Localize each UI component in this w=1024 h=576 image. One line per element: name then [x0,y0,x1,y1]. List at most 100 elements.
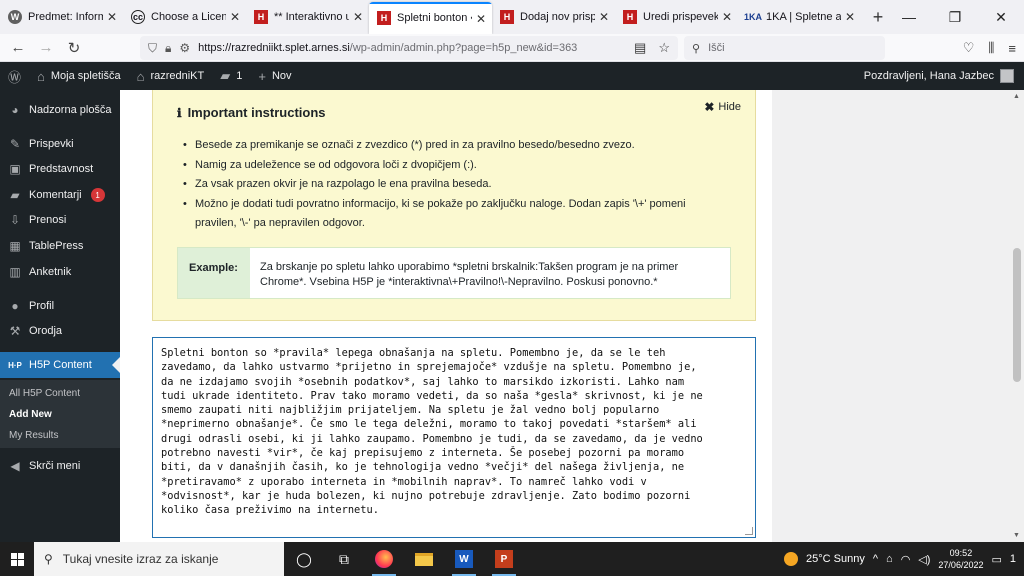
windows-icon [10,552,24,566]
hide-button[interactable]: ✖ Hide [704,100,741,114]
clock-date: 27/06/2022 [938,560,984,570]
site-name-menu[interactable]: ⌂ razredniKT [129,62,213,90]
close-tab-icon[interactable]: ✕ [845,10,855,24]
scroll-up-icon[interactable]: ▲ [1013,93,1020,100]
h5p-icon: H [377,11,391,25]
forward-arrow-icon[interactable]: → [32,34,60,62]
h5p-icon: H [254,10,268,24]
weather-text[interactable]: 25°C Sunny [806,553,865,565]
firefox-icon[interactable] [364,542,404,576]
browser-tab-active[interactable]: H Spletni bonton ‹ Edi ✕ [369,2,492,34]
navigation-bar: ← → ↻ ⛉ 🔒︎ ⚙︎ https://razredniikt.splet.… [0,34,1024,62]
resize-handle[interactable] [745,527,753,535]
search-placeholder: Išči [708,42,725,54]
url-bar[interactable]: ⛉ 🔒︎ ⚙︎ https://razredniikt.splet.arnes.… [140,36,678,60]
scrollbar-thumb[interactable] [1013,248,1021,382]
cortana-icon[interactable]: ◯ [284,542,324,576]
sidebar-item-label: H5P Content [29,359,92,371]
weather-sun-icon[interactable] [784,552,799,566]
h5p-icon: H [623,10,637,24]
bookmark-star-icon[interactable]: ☆ [658,40,670,56]
my-sites-menu[interactable]: ⌂ Moja spletišča [29,62,129,90]
list-item: Možno je dodati tudi povratno informacij… [183,195,723,234]
clock[interactable]: 09:52 27/06/2022 [938,547,983,571]
close-tab-icon[interactable]: ✕ [230,10,240,24]
info-icon: ℹ [177,105,182,120]
wp-admin-bar: Ⓦ ⌂ Moja spletišča ⌂ razredniKT ▰ 1 + Nov Po… [0,62,1024,90]
sidebar-item-comments[interactable]: ▰ Komentarji 1 [0,183,120,207]
back-arrow-icon[interactable]: ← [4,34,32,62]
tab-label: 1KA | Spletne ankete [766,11,841,23]
start-button[interactable] [0,542,34,576]
network-icon[interactable]: ⌂ [886,553,893,565]
file-explorer-icon[interactable] [404,542,444,576]
browser-tab-bar: W Predmet: Informacijsko ✕ cc Choose a L… [0,0,1024,34]
sidebar-item-profile[interactable]: ● Profil [0,294,120,318]
reader-view-icon[interactable]: ▤ [634,40,646,56]
scroll-down-icon[interactable]: ▼ [1013,532,1020,539]
library-icon[interactable]: ⫼ [988,40,994,56]
text-editor-textarea[interactable]: Spletni bonton so *pravila* lepega obnaš… [152,337,756,538]
comments-menu[interactable]: ▰ 1 [212,62,250,90]
h5p-submenu: All H5P Content Add New My Results [0,380,120,448]
sidebar-item-label: Komentarji [29,189,82,201]
close-tab-icon[interactable]: ✕ [107,10,117,24]
task-view-icon[interactable]: ⧉ [324,542,364,576]
sidebar-item-label: Anketnik [29,266,72,278]
system-tray: 25°C Sunny ^ ⌂ ◠ ◁) 09:52 27/06/2022 ▭ 1 [784,542,1024,576]
new-content-menu[interactable]: + Nov [250,62,299,90]
admin-sidebar: ◕ Nadzorna plošča ✎ Prispevki ▣ Predstavnos… [0,90,120,542]
chevron-up-icon[interactable]: ^ [873,553,878,565]
close-tab-icon[interactable]: ✕ [476,12,486,26]
shield-icon[interactable]: ⛉ [148,41,157,56]
sidebar-item-dashboard[interactable]: ◕ Nadzorna plošča [0,98,120,122]
wifi-icon[interactable]: ◠ [901,553,911,566]
example-box: Example: Za brskanje po spletu lahko upo… [177,247,731,299]
browser-tab[interactable]: H ** Interaktivno učno ✕ [246,0,369,34]
tab-label: Dodaj nov prispevek [520,11,595,23]
sidebar-item-anketnik[interactable]: ▥ Anketnik [0,260,120,284]
url-host: https://razredniikt.splet.arnes.si [198,42,350,54]
sidebar-item-h5p-content[interactable]: H·P H5P Content [0,352,120,378]
close-tab-icon[interactable]: ✕ [599,10,609,24]
close-tab-icon[interactable]: ✕ [353,10,363,24]
search-input[interactable]: ⚲ Išči [684,36,885,60]
browser-tab[interactable]: H Dodaj nov prispevek ✕ [492,0,615,34]
lock-icon[interactable]: 🔒︎ [165,41,171,56]
submenu-add-new[interactable]: Add New [9,409,52,420]
minimize-icon[interactable]: — [886,0,932,34]
permissions-icon[interactable]: ⚙︎ [179,41,190,55]
taskbar-search[interactable]: ⚲ Tukaj vnesite izraz za iskanje [34,542,284,576]
wordpress-icon: Ⓦ [8,69,22,85]
powerpoint-icon[interactable]: P [484,542,524,576]
hide-label: Hide [718,101,741,113]
avatar [1000,69,1014,83]
sidebar-item-posts[interactable]: ✎ Prispevki [0,132,120,156]
pocket-icon[interactable]: ♡ [963,40,975,56]
collapse-menu[interactable]: ◀ Skrči meni [0,454,120,478]
browser-tab[interactable]: 1KA 1KA | Spletne ankete ✕ [738,0,861,34]
sidebar-item-downloads[interactable]: ⇩ Prenosi [0,208,120,232]
sidebar-item-label: TablePress [29,240,84,252]
browser-tab[interactable]: H Uredi prispevek ‹ raz ✕ [615,0,738,34]
h5p-icon: H·P [8,360,22,370]
reload-icon[interactable]: ↻ [60,34,88,62]
browser-tab[interactable]: cc Choose a License ✕ [123,0,246,34]
wp-logo-menu[interactable]: Ⓦ [0,62,29,90]
submenu-my-results[interactable]: My Results [9,430,58,441]
menu-icon[interactable]: ≡ [1008,41,1016,56]
notifications-icon[interactable]: ▭ [991,553,1001,566]
taskbar-search-placeholder: Tukaj vnesite izraz za iskanje [62,552,219,566]
window-close-icon[interactable]: ✕ [978,0,1024,34]
sidebar-item-tools[interactable]: ⚒ Orodja [0,319,120,343]
volume-icon[interactable]: ◁) [918,553,930,566]
sidebar-item-media[interactable]: ▣ Predstavnost [0,157,120,181]
browser-tab[interactable]: W Predmet: Informacijsko ✕ [0,0,123,34]
word-icon[interactable]: W [444,542,484,576]
restore-icon[interactable]: ❐ [932,0,978,34]
submenu-all-h5p[interactable]: All H5P Content [9,388,80,399]
page-scrollbar[interactable]: ▲ ▼ [1010,90,1024,542]
close-tab-icon[interactable]: ✕ [722,10,732,24]
account-menu[interactable]: Pozdravljeni, Hana Jazbec [864,62,1014,90]
sidebar-item-tablepress[interactable]: ▦ TablePress [0,234,120,258]
